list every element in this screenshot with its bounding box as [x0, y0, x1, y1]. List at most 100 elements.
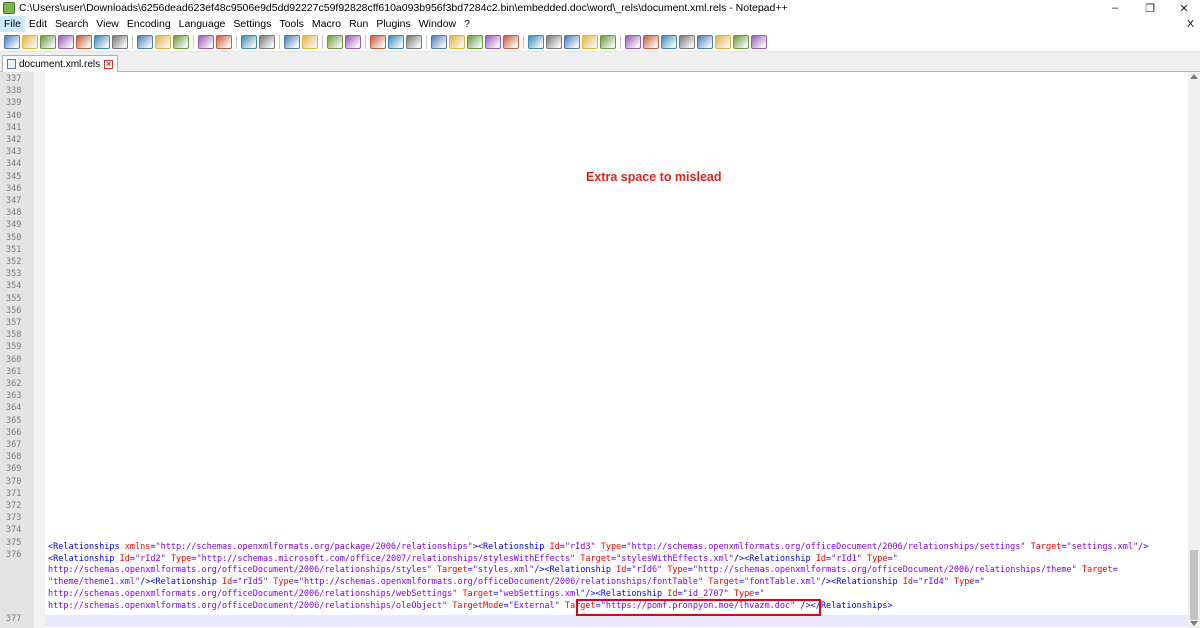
save-macro-icon[interactable]	[600, 34, 616, 49]
code-token: Type	[273, 577, 294, 588]
menu-language[interactable]: Language	[175, 16, 230, 32]
line-number: 353	[6, 269, 22, 280]
close-icon[interactable]	[76, 34, 92, 49]
menu-run[interactable]: Run	[345, 16, 372, 32]
code-token: /><Relationship	[534, 565, 617, 576]
code-token: "rId3"	[564, 542, 596, 552]
notepadpp-logo-icon	[3, 2, 15, 14]
doc-map-icon[interactable]	[449, 34, 465, 49]
line-number: 340	[6, 110, 22, 121]
menu-macro[interactable]: Macro	[308, 16, 345, 32]
line-number: 370	[6, 476, 22, 487]
toggle-3-icon[interactable]	[661, 34, 677, 49]
folder-workspace-icon[interactable]	[485, 34, 501, 49]
menu-window[interactable]: Window	[415, 16, 460, 32]
cut-icon[interactable]	[137, 34, 153, 49]
find-icon[interactable]	[241, 34, 257, 49]
toggle-5-icon[interactable]	[697, 34, 713, 49]
monitor-icon[interactable]	[503, 34, 519, 49]
line-number: 346	[6, 183, 22, 194]
menu-tools[interactable]: Tools	[275, 16, 308, 32]
code-token: Target	[1030, 542, 1062, 552]
menu-file[interactable]: File	[0, 16, 25, 32]
code-token: /><Relationship	[733, 553, 816, 564]
line-number: 337	[6, 74, 22, 84]
line-number: 342	[6, 135, 22, 145]
menu-plugins[interactable]: Plugins	[372, 16, 414, 32]
save-icon[interactable]	[40, 34, 56, 49]
zoom-in-icon[interactable]	[284, 34, 300, 49]
code-line: http://schemas.openxmlformats.org/office…	[48, 565, 1188, 577]
toggle-6-icon[interactable]	[715, 34, 731, 49]
redo-icon[interactable]	[216, 34, 232, 49]
wrap-icon[interactable]	[370, 34, 386, 49]
toggle-2-icon[interactable]	[643, 34, 659, 49]
replace-icon[interactable]	[259, 34, 275, 49]
menu-help[interactable]: ?	[460, 16, 474, 32]
menu-view[interactable]: View	[92, 16, 123, 32]
code-token: "	[979, 577, 985, 588]
code-token: "theme/theme1.xml"	[48, 577, 141, 588]
close-window-button[interactable]: ✕	[1167, 0, 1200, 16]
code-token: Id	[119, 553, 130, 564]
copy-icon[interactable]	[155, 34, 171, 49]
tab-close-icon[interactable]: ×	[104, 59, 114, 69]
play-multi-icon[interactable]	[582, 34, 598, 49]
code-token: Type	[667, 565, 688, 576]
vertical-scrollbar[interactable]	[1188, 72, 1200, 628]
tab-bar: document.xml.rels ×	[0, 52, 1200, 72]
line-number: 351	[6, 244, 22, 255]
toolbar-separator	[279, 34, 280, 49]
tab-document-xml-rels[interactable]: document.xml.rels ×	[2, 55, 119, 72]
paste-icon[interactable]	[173, 34, 189, 49]
indent-guide-icon[interactable]	[406, 34, 422, 49]
all-chars-icon[interactable]	[388, 34, 404, 49]
function-list-icon[interactable]	[467, 34, 483, 49]
code-line: <Relationship Id="rId2" Type="http://sch…	[48, 554, 1188, 566]
scroll-down-icon[interactable]	[1190, 621, 1198, 626]
toolbar-separator	[426, 34, 427, 49]
code-token: "	[759, 588, 765, 599]
sync-v-icon[interactable]	[327, 34, 343, 49]
line-number: 368	[6, 452, 22, 463]
stop-icon[interactable]	[546, 34, 562, 49]
zoom-out-icon[interactable]	[302, 34, 318, 49]
code-token: Target	[462, 588, 494, 599]
spellcheck-icon[interactable]	[751, 34, 767, 49]
code-token: Target	[580, 553, 612, 564]
line-number: 347	[6, 196, 22, 206]
lang-icon[interactable]	[431, 34, 447, 49]
new-file-icon[interactable]	[4, 34, 20, 49]
code-token: /><Relationship	[140, 577, 223, 588]
close-all-icon[interactable]	[94, 34, 110, 49]
toggle-1-icon[interactable]	[625, 34, 641, 49]
menu-encoding[interactable]: Encoding	[123, 16, 175, 32]
menu-edit[interactable]: Edit	[25, 16, 51, 32]
code-token: "External"	[508, 600, 560, 611]
code-token: xmlns	[124, 542, 151, 552]
maximize-button[interactable]: ❐	[1133, 0, 1167, 16]
line-number: 339	[6, 98, 22, 109]
code-token: "http://schemas.openxmlformats.org/offic…	[692, 565, 1077, 576]
toolbar-separator	[322, 34, 323, 49]
sync-h-icon[interactable]	[345, 34, 361, 49]
close-document-button[interactable]: X	[1187, 16, 1194, 32]
scroll-up-icon[interactable]	[1190, 74, 1198, 79]
code-token: "styles.xml"	[472, 565, 535, 576]
code-token: "rId2"	[135, 553, 166, 564]
scroll-thumb[interactable]	[1190, 550, 1198, 620]
print-icon[interactable]	[112, 34, 128, 49]
record-icon[interactable]	[528, 34, 544, 49]
menu-settings[interactable]: Settings	[229, 16, 275, 32]
open-file-icon[interactable]	[22, 34, 38, 49]
code-token: Type	[733, 588, 755, 599]
play-icon[interactable]	[564, 34, 580, 49]
menu-search[interactable]: Search	[51, 16, 92, 32]
minimize-button[interactable]: –	[1098, 0, 1132, 16]
code-token: <Relationship	[48, 553, 120, 564]
editor[interactable]: 337 338 339 340 341 342 343 344 345 346 347 348 349 3…	[0, 72, 1188, 628]
save-all-icon[interactable]	[58, 34, 74, 49]
undo-icon[interactable]	[198, 34, 214, 49]
toggle-4-icon[interactable]	[679, 34, 695, 49]
toggle-7-icon[interactable]	[733, 34, 749, 49]
